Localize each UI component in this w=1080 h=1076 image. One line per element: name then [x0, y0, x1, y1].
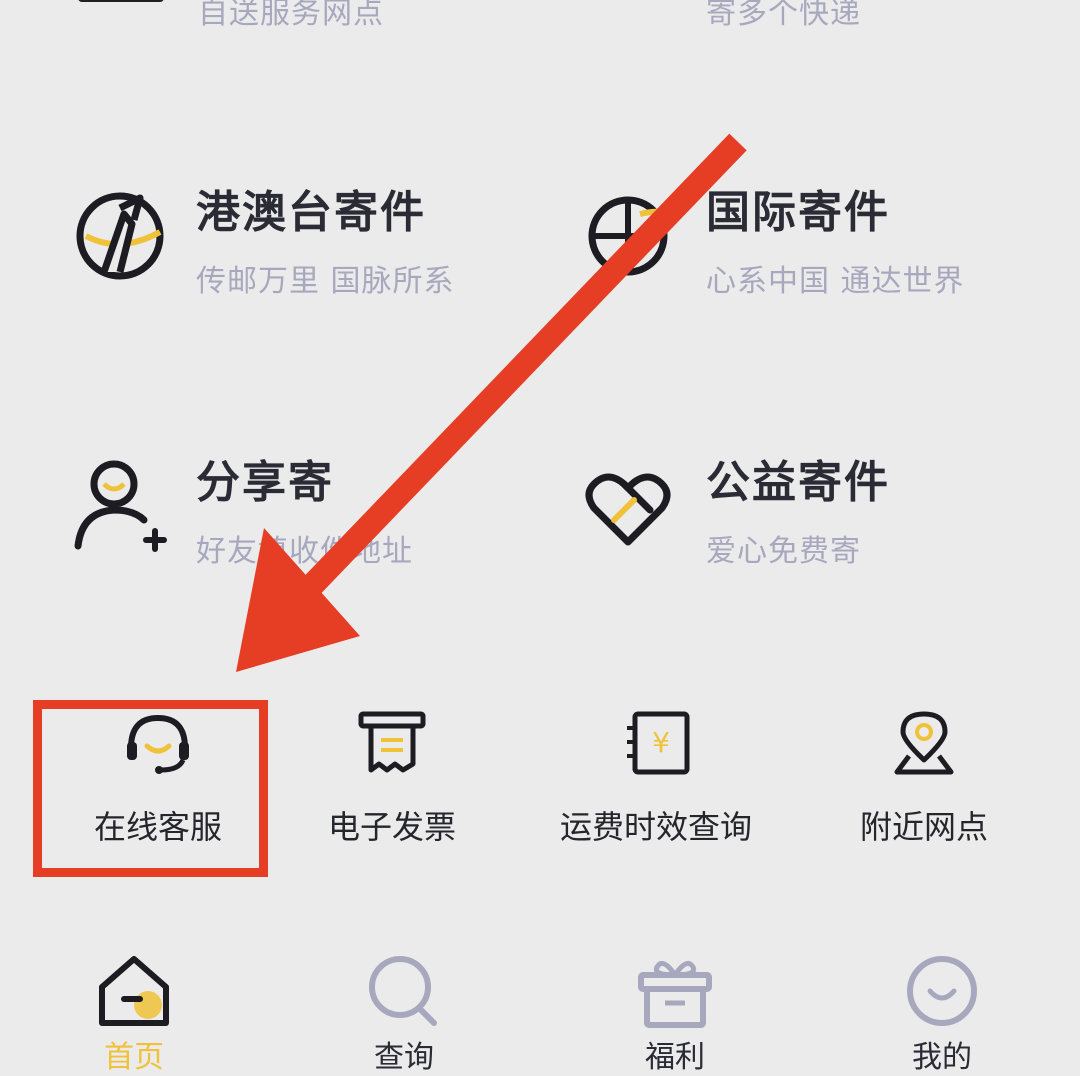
smile-user-icon [907, 956, 977, 1026]
quick-action-nearby-outlets[interactable]: 附近网点 [846, 690, 1002, 880]
quick-action-label: 电子发票 [327, 808, 456, 846]
service-share-send[interactable]: 分享寄 好友填收件地址 [74, 446, 594, 586]
service-international[interactable]: 国际寄件 心系中国 通达世界 [584, 176, 1080, 316]
quick-action-e-invoice[interactable]: 电子发票 [300, 690, 484, 880]
svg-text:¥: ¥ [652, 726, 670, 759]
tab-label: 福利 [645, 1040, 705, 1075]
service-subtitle: 好友填收件地址 [196, 534, 413, 569]
service-title: 港澳台寄件 [196, 187, 426, 238]
quick-action-freight-query[interactable]: ¥ 运费时效查询 [548, 690, 764, 880]
tab-label: 查询 [374, 1040, 434, 1075]
service-title: 分享寄 [196, 457, 334, 508]
yuan-ledger-icon: ¥ [627, 711, 690, 775]
heart-icon [585, 473, 671, 546]
tab-home[interactable]: 首页 [64, 935, 204, 1075]
tab-label: 我的 [912, 1040, 972, 1075]
service-title: 公益寄件 [706, 457, 890, 508]
hk-macau-taiwan-icon [76, 192, 164, 280]
user-plus-icon [74, 460, 167, 552]
quick-action-label: 运费时效查询 [559, 808, 752, 846]
quick-action-label: 附近网点 [859, 808, 988, 846]
search-icon [369, 956, 437, 1026]
home-icon [99, 956, 169, 1026]
service-hk-macau-taiwan[interactable]: 港澳台寄件 传邮万里 国脉所系 [74, 176, 594, 316]
service-subtitle: 爱心免费寄 [706, 534, 861, 569]
globe-icon [588, 196, 682, 276]
location-pin-icon [894, 711, 954, 775]
gift-icon [638, 960, 712, 1028]
partial-subtitle-left: 自送服务网点 [198, 0, 384, 31]
tab-benefits[interactable]: 福利 [605, 935, 745, 1075]
service-title: 国际寄件 [706, 187, 890, 238]
annotation-highlight-box [33, 700, 268, 877]
service-subtitle: 心系中国 通达世界 [706, 264, 965, 299]
tab-mine[interactable]: 我的 [872, 935, 1012, 1075]
partial-subtitle-right: 寄多个快递 [706, 0, 861, 31]
service-subtitle: 传邮万里 国脉所系 [196, 264, 455, 299]
receipt-icon [358, 711, 426, 773]
partial-icon-left [78, 0, 164, 2]
bottom-tab-bar: 首页 查询 福利 我的 [0, 935, 1080, 1075]
service-charity[interactable]: 公益寄件 爱心免费寄 [584, 446, 1080, 586]
tab-label: 首页 [104, 1040, 164, 1075]
tab-query[interactable]: 查询 [334, 935, 474, 1075]
